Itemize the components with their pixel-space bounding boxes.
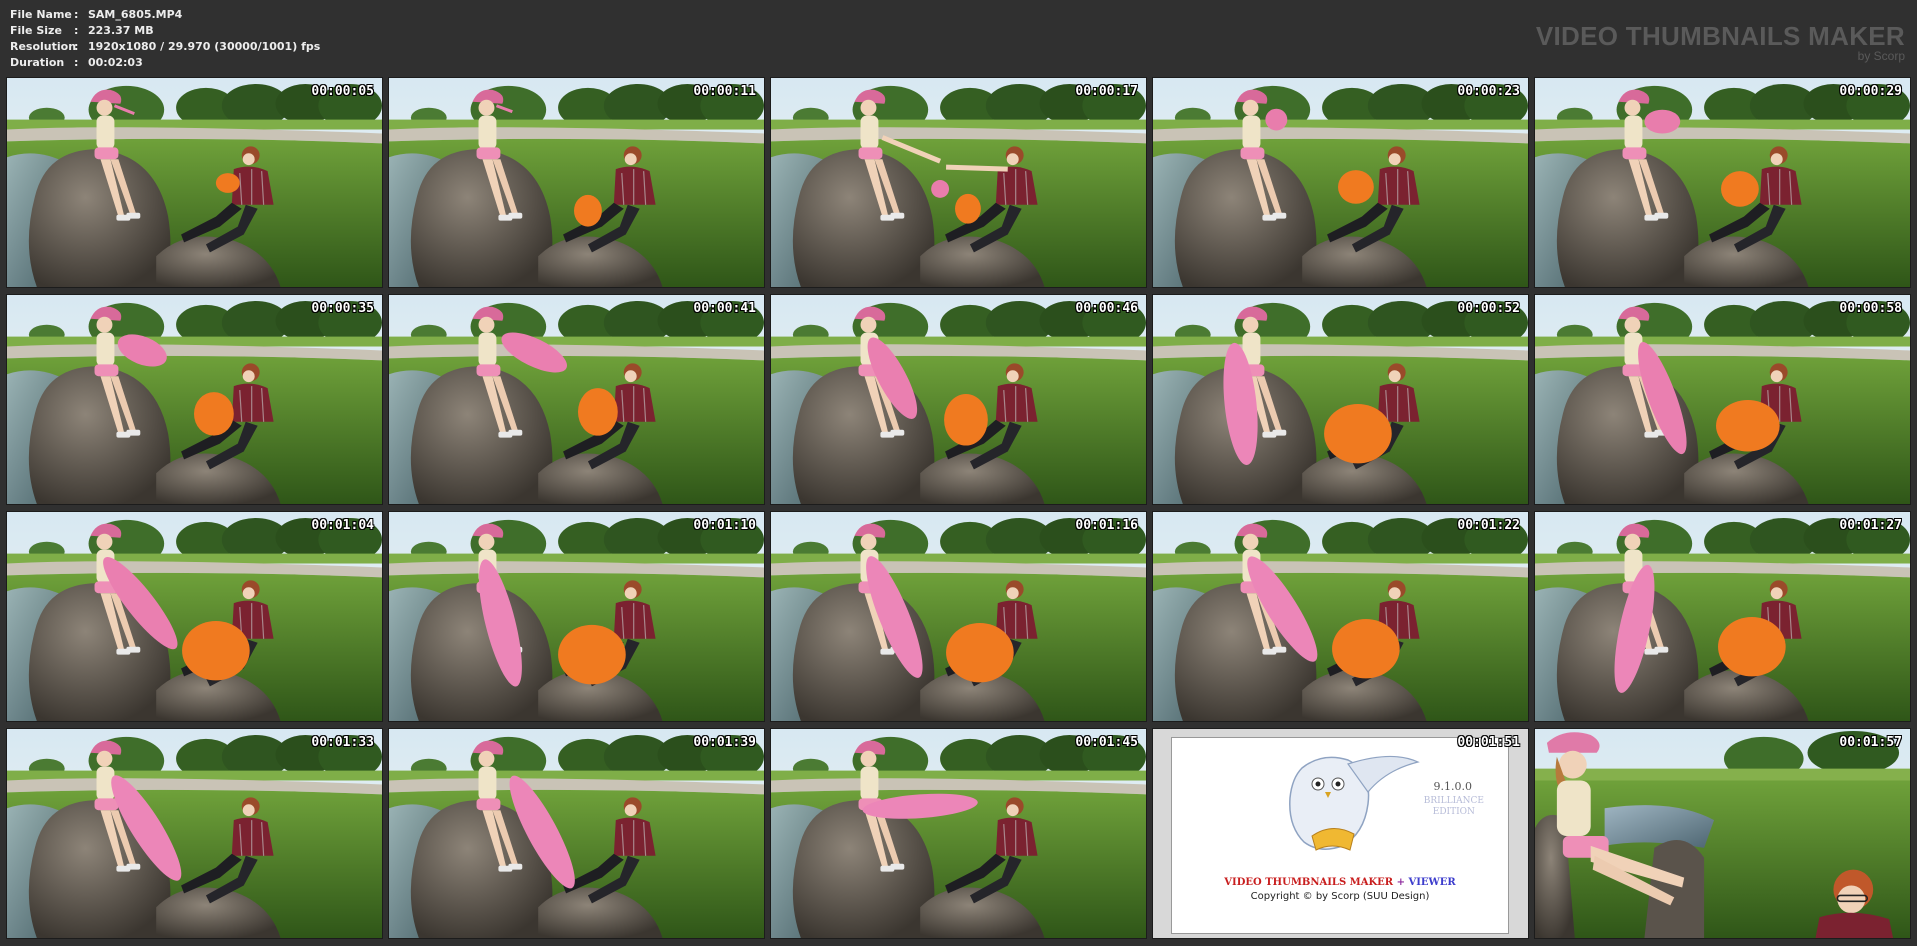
- owl-logo-icon: [1289, 755, 1420, 851]
- thumbnail-timestamp: 00:01:39: [693, 735, 756, 750]
- thumbnail-frame[interactable]: 00:00:29: [1534, 77, 1911, 288]
- thumbnail-frame[interactable]: 00:01:57: [1534, 728, 1911, 939]
- thumbnail-timestamp: 00:01:22: [1457, 518, 1520, 533]
- video-frame-image: [1153, 295, 1528, 504]
- file-info-duration: Duration:00:02:03: [10, 56, 143, 69]
- video-frame-image: [1535, 729, 1910, 938]
- app-copyright: Copyright © by Scorp (SUU Design): [1250, 891, 1430, 902]
- video-frame-image: [771, 78, 1146, 287]
- thumbnail-timestamp: 00:00:35: [311, 301, 374, 316]
- thumbnail-frame[interactable]: 00:00:52: [1152, 294, 1529, 505]
- thumbnail-timestamp: 00:01:04: [311, 518, 374, 533]
- header: File Name: SAM_6805.MP4 File Size:223.37 …: [0, 0, 1917, 76]
- thumbnail-timestamp: 00:00:58: [1839, 301, 1902, 316]
- thumbnail-timestamp: 00:00:46: [1075, 301, 1138, 316]
- video-frame-image: [389, 512, 764, 721]
- thumbnail-timestamp: 00:00:29: [1839, 84, 1902, 99]
- thumbnail-timestamp: 00:00:41: [693, 301, 756, 316]
- file-info-resolution: Resolution: 1920x1080 / 29.970 (30000/100…: [10, 40, 321, 53]
- thumbnail-frame[interactable]: 00:01:45: [770, 728, 1147, 939]
- thumbnail-frame[interactable]: 00:00:35: [6, 294, 383, 505]
- brand-byline: by Scorp: [1857, 49, 1905, 63]
- video-frame-image: [1153, 78, 1528, 287]
- thumbnail-timestamp: 00:00:23: [1457, 84, 1520, 99]
- thumbnail-timestamp: 00:00:52: [1457, 301, 1520, 316]
- thumbnail-frame[interactable]: 9.1.0.0 BRILLIANCE EDITION VIDEO THUMBNA…: [1152, 728, 1529, 939]
- video-frame-image: [7, 729, 382, 938]
- video-frame-image: [771, 729, 1146, 938]
- video-frame-image: [389, 295, 764, 504]
- thumbnail-frame[interactable]: 00:01:16: [770, 511, 1147, 722]
- video-frame-image: [7, 512, 382, 721]
- brand-title: VIDEO THUMBNAILS MAKER: [1535, 21, 1905, 51]
- file-info-name: File Name: SAM_6805.MP4: [10, 8, 183, 21]
- video-frame-image: [1535, 512, 1910, 721]
- thumbnail-timestamp: 00:00:05: [311, 84, 374, 99]
- thumbnail-frame[interactable]: 00:00:58: [1534, 294, 1911, 505]
- video-frame-image: [771, 295, 1146, 504]
- file-info: File Name: SAM_6805.MP4 File Size:223.37 …: [10, 7, 320, 71]
- video-frame-image: [7, 295, 382, 504]
- video-frame-image: [389, 78, 764, 287]
- thumbnail-timestamp: 00:01:16: [1075, 518, 1138, 533]
- thumbnail-timestamp: 00:00:17: [1075, 84, 1138, 99]
- video-frame-image: [771, 512, 1146, 721]
- thumbnail-frame[interactable]: 00:00:41: [388, 294, 765, 505]
- thumbnail-timestamp: 00:00:11: [693, 84, 756, 99]
- app-logo-card: 9.1.0.0 BRILLIANCE EDITION VIDEO THUMBNA…: [1171, 737, 1509, 934]
- video-frame-image: [1153, 512, 1528, 721]
- thumbnail-timestamp: 00:01:51: [1457, 735, 1520, 750]
- thumbnail-timestamp: 00:01:33: [311, 735, 374, 750]
- thumbnail-frame[interactable]: 00:00:46: [770, 294, 1147, 505]
- video-frame-image: [1535, 78, 1910, 287]
- thumbnail-frame[interactable]: 00:01:10: [388, 511, 765, 722]
- thumbnail-timestamp: 00:01:27: [1839, 518, 1902, 533]
- thumbnail-frame[interactable]: 00:01:04: [6, 511, 383, 722]
- thumbnail-timestamp: 00:01:10: [693, 518, 756, 533]
- thumbnail-frame[interactable]: 00:01:22: [1152, 511, 1529, 722]
- thumbnail-timestamp: 00:01:45: [1075, 735, 1138, 750]
- brand-watermark: VIDEO THUMBNAILS MAKER by Scorp: [1536, 22, 1905, 62]
- app-version: 9.1.0.0: [1433, 780, 1472, 793]
- thumbnail-frame[interactable]: 00:01:39: [388, 728, 765, 939]
- thumbnail-frame[interactable]: 00:00:23: [1152, 77, 1529, 288]
- app-name: VIDEO THUMBNAILS MAKER + VIEWER: [1224, 877, 1456, 888]
- video-frame-image: [7, 78, 382, 287]
- thumbnail-grid: 00:00:05 00:00:11 00:00:17 00:00:23 00:0…: [6, 77, 1912, 942]
- thumbnail-frame[interactable]: 00:00:17: [770, 77, 1147, 288]
- thumbnail-frame[interactable]: 00:01:27: [1534, 511, 1911, 722]
- app-edition: BRILLIANCE EDITION: [1423, 796, 1484, 817]
- video-frame-image: [389, 729, 764, 938]
- thumbnail-frame[interactable]: 00:00:05: [6, 77, 383, 288]
- thumbnail-frame[interactable]: 00:01:33: [6, 728, 383, 939]
- file-info-size: File Size:223.37 MB: [10, 24, 154, 37]
- video-frame-image: [1535, 295, 1910, 504]
- thumbnail-timestamp: 00:01:57: [1839, 735, 1902, 750]
- thumbnail-frame[interactable]: 00:00:11: [388, 77, 765, 288]
